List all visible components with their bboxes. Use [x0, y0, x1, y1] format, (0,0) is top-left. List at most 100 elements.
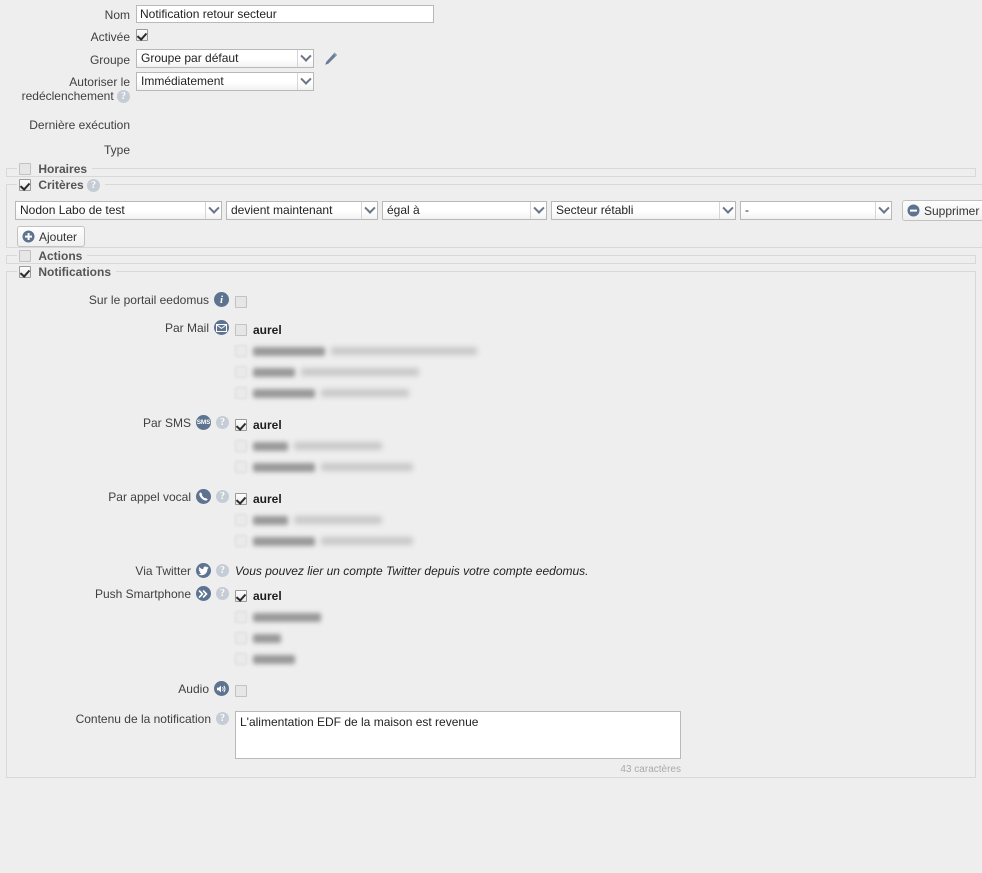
- recipient-checkbox[interactable]: [235, 632, 247, 645]
- field-row-enabled: Activée: [0, 27, 982, 44]
- recipient-row: [235, 436, 413, 457]
- recipient-row: [235, 341, 477, 362]
- section-actions-label: Actions: [38, 248, 83, 263]
- notification-channel-control: [229, 680, 247, 702]
- recipient-row: [235, 607, 321, 628]
- recipient-list: [235, 292, 247, 313]
- chevron-down-icon: [297, 73, 313, 90]
- notification-channel-label-wrap: Audio: [7, 680, 229, 697]
- field-row-type: Type: [0, 140, 982, 157]
- last-execution-label: Dernière exécution: [29, 118, 130, 133]
- plus-circle-icon: [22, 230, 35, 243]
- recipient-checkbox[interactable]: [235, 366, 247, 379]
- retrigger-select[interactable]: Immédiatement: [136, 72, 314, 91]
- criteria-extra-select[interactable]: -: [740, 201, 892, 221]
- notification-channel-label: Par SMS: [142, 415, 191, 430]
- section-horaires-label: Horaires: [38, 162, 88, 177]
- recipient-checkbox[interactable]: [235, 514, 247, 527]
- enabled-checkbox[interactable]: [136, 29, 148, 41]
- recipient-address-redacted: [301, 368, 419, 377]
- retrigger-select-value: Immédiatement: [141, 74, 224, 88]
- recipient-checkbox[interactable]: [235, 685, 247, 698]
- twitter-note: Vous pouvez lier un compte Twitter depui…: [235, 563, 589, 578]
- sms-icon: SMS: [196, 415, 211, 431]
- recipient-address-redacted: [294, 442, 382, 451]
- recipient-checkbox[interactable]: [235, 345, 247, 358]
- help-icon[interactable]: ?: [216, 587, 229, 601]
- recipient-checkbox[interactable]: [235, 461, 247, 474]
- notification-content-textarea[interactable]: [235, 710, 681, 759]
- recipient-checkbox[interactable]: [235, 653, 247, 666]
- phone-icon: [196, 489, 211, 505]
- recipient-checkbox[interactable]: [235, 419, 247, 432]
- notification-channels: Sur le portail eedomus i Par Mail aurel Par …: [7, 279, 975, 702]
- recipient-address-redacted: [321, 463, 413, 472]
- field-row-retrigger: Autoriser le redéclenchement ? Immédiate…: [0, 72, 982, 104]
- minus-circle-icon: [907, 204, 920, 217]
- recipient-address-redacted: [321, 389, 409, 398]
- notification-content-label: Contenu de la notification: [75, 711, 211, 726]
- chevron-down-icon: [297, 50, 313, 67]
- section-criteres: Critères ? Nodon Labo de test devient ma…: [6, 177, 982, 249]
- recipient-name-redacted: [253, 536, 315, 546]
- chevron-down-icon: [361, 202, 377, 220]
- recipient-checkbox[interactable]: [235, 387, 247, 400]
- recipient-name-redacted: [253, 612, 321, 622]
- recipient-checkbox[interactable]: [235, 611, 247, 624]
- criteria-add-label: Ajouter: [39, 229, 78, 244]
- help-icon[interactable]: ?: [216, 416, 229, 430]
- notification-channel-row: Par Mail aurel: [7, 319, 975, 404]
- section-notifications-checkbox[interactable]: [19, 265, 31, 278]
- automation-edit-page: Nom Activée Groupe Groupe par défaut: [0, 0, 982, 873]
- criteria-event-value: devient maintenant: [231, 203, 333, 218]
- notification-channel-row: Sur le portail eedomus i: [7, 291, 975, 313]
- recipient-name-redacted: [253, 515, 288, 525]
- criteria-add-button[interactable]: Ajouter: [17, 226, 86, 248]
- criteria-operator-select[interactable]: égal à: [382, 201, 547, 221]
- section-notifications-label: Notifications: [38, 264, 112, 279]
- help-icon[interactable]: ?: [216, 564, 229, 578]
- notification-channel-control: aurel: [229, 488, 413, 552]
- recipient-checkbox[interactable]: [235, 440, 247, 453]
- recipient-name: aurel: [253, 323, 282, 338]
- section-criteres-checkbox[interactable]: [19, 179, 31, 192]
- field-row-group: Groupe Groupe par défaut: [0, 49, 982, 68]
- criteria-device-select[interactable]: Nodon Labo de test: [15, 201, 222, 221]
- help-icon[interactable]: ?: [117, 90, 130, 104]
- section-horaires-checkbox[interactable]: [19, 163, 31, 176]
- recipient-checkbox[interactable]: [235, 590, 247, 603]
- help-icon[interactable]: ?: [216, 490, 229, 504]
- notification-channel-label-wrap: Par Mail: [7, 319, 229, 336]
- recipient-name-redacted: [253, 633, 281, 643]
- recipient-name-redacted: [253, 441, 288, 451]
- notification-channel-label-wrap: Via Twitter?: [7, 562, 229, 579]
- recipient-name: aurel: [253, 492, 282, 507]
- criteria-delete-button[interactable]: Supprimer: [902, 200, 982, 222]
- section-horaires: Horaires: [6, 161, 976, 178]
- group-select[interactable]: Groupe par défaut: [136, 49, 314, 68]
- name-input[interactable]: [136, 5, 434, 23]
- recipient-name: aurel: [253, 418, 282, 433]
- help-icon[interactable]: ?: [216, 712, 229, 726]
- notification-channel-control: aurel: [229, 319, 477, 404]
- recipient-checkbox[interactable]: [235, 296, 247, 309]
- recipient-checkbox[interactable]: [235, 493, 247, 506]
- recipient-checkbox[interactable]: [235, 535, 247, 548]
- notification-channel-row: Push Smartphone? aurel: [7, 585, 975, 670]
- pencil-icon[interactable]: [323, 51, 339, 67]
- criteria-value-select[interactable]: Secteur rétabli: [551, 201, 736, 221]
- criteria-event-select[interactable]: devient maintenant: [226, 201, 378, 221]
- field-row-last-exec: Dernière exécution: [0, 115, 982, 132]
- recipient-checkbox[interactable]: [235, 324, 247, 337]
- chevron-down-icon: [875, 202, 891, 220]
- section-actions-checkbox[interactable]: [19, 249, 31, 262]
- notification-channel-label-wrap: Push Smartphone?: [7, 585, 229, 602]
- recipient-address-redacted: [294, 516, 382, 525]
- notification-channel-label-wrap: Par SMS SMS?: [7, 414, 229, 431]
- help-icon[interactable]: ?: [87, 178, 101, 192]
- recipient-row: [235, 649, 321, 670]
- recipient-list: aurel: [235, 415, 413, 478]
- notification-content-label-wrap: Contenu de la notification ?: [7, 710, 229, 727]
- criteria-extra-value: -: [745, 203, 749, 218]
- notification-channel-label: Sur le portail eedomus: [88, 292, 209, 307]
